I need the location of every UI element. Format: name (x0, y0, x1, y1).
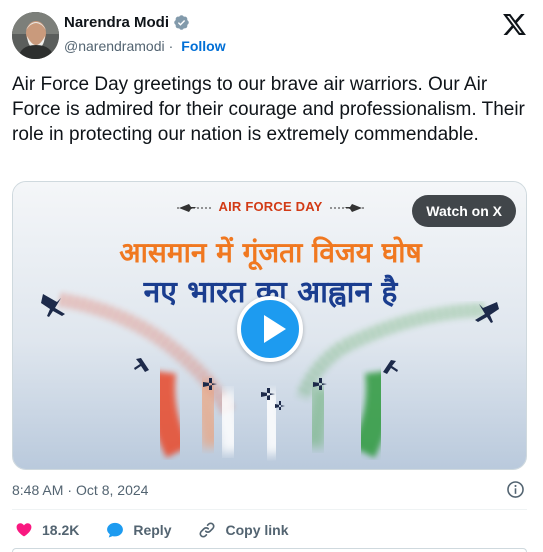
copy-link-label: Copy link (225, 522, 289, 538)
play-button[interactable] (237, 296, 303, 362)
timestamp[interactable]: 8:48 AM · Oct 8, 2024 (12, 482, 148, 498)
handle-separator: · (168, 38, 174, 54)
like-count: 18.2K (42, 522, 80, 538)
author-handle[interactable]: @narendramodi (64, 38, 165, 54)
avatar[interactable] (12, 12, 59, 59)
hindi-headline-1: आसमान में गूंजता विजय घोष (119, 236, 422, 269)
reply-label: Reply (133, 522, 172, 538)
time-separator: · (67, 482, 73, 498)
copy-link-button[interactable]: Copy link (197, 520, 289, 540)
reply-bubble-icon (107, 522, 124, 538)
tweet-card: Narendra Modi @narendramodi · Follow Air… (0, 0, 543, 552)
verified-badge-icon (174, 15, 189, 30)
video-thumbnail[interactable]: AIR FORCE DAY आसमान में गूंजता विजय घोष … (12, 181, 527, 470)
avatar-image (12, 12, 59, 59)
like-button[interactable]: 18.2K (14, 520, 79, 540)
tweet-time: 8:48 AM (12, 482, 64, 498)
next-card-edge (12, 548, 527, 552)
link-icon (199, 522, 216, 538)
reply-button[interactable]: Reply (105, 520, 171, 540)
divider (12, 509, 527, 510)
play-icon (264, 315, 286, 343)
author-name[interactable]: Narendra Modi (64, 14, 169, 31)
info-icon[interactable] (506, 480, 525, 499)
banner-text: AIR FORCE DAY (218, 199, 323, 214)
follow-button[interactable]: Follow (181, 38, 225, 54)
x-logo-icon[interactable] (503, 14, 526, 35)
author-name-row: Narendra Modi (64, 14, 190, 31)
heart-icon (16, 523, 32, 537)
tweet-date: Oct 8, 2024 (76, 482, 149, 498)
tweet-text: Air Force Day greetings to our brave air… (12, 74, 525, 145)
banner-title: AIR FORCE DAY (173, 199, 368, 217)
watch-on-x-button[interactable]: Watch on X (412, 195, 516, 227)
handle-row: @narendramodi · Follow (64, 38, 226, 54)
action-bar: 18.2K Reply Copy link (12, 520, 315, 540)
